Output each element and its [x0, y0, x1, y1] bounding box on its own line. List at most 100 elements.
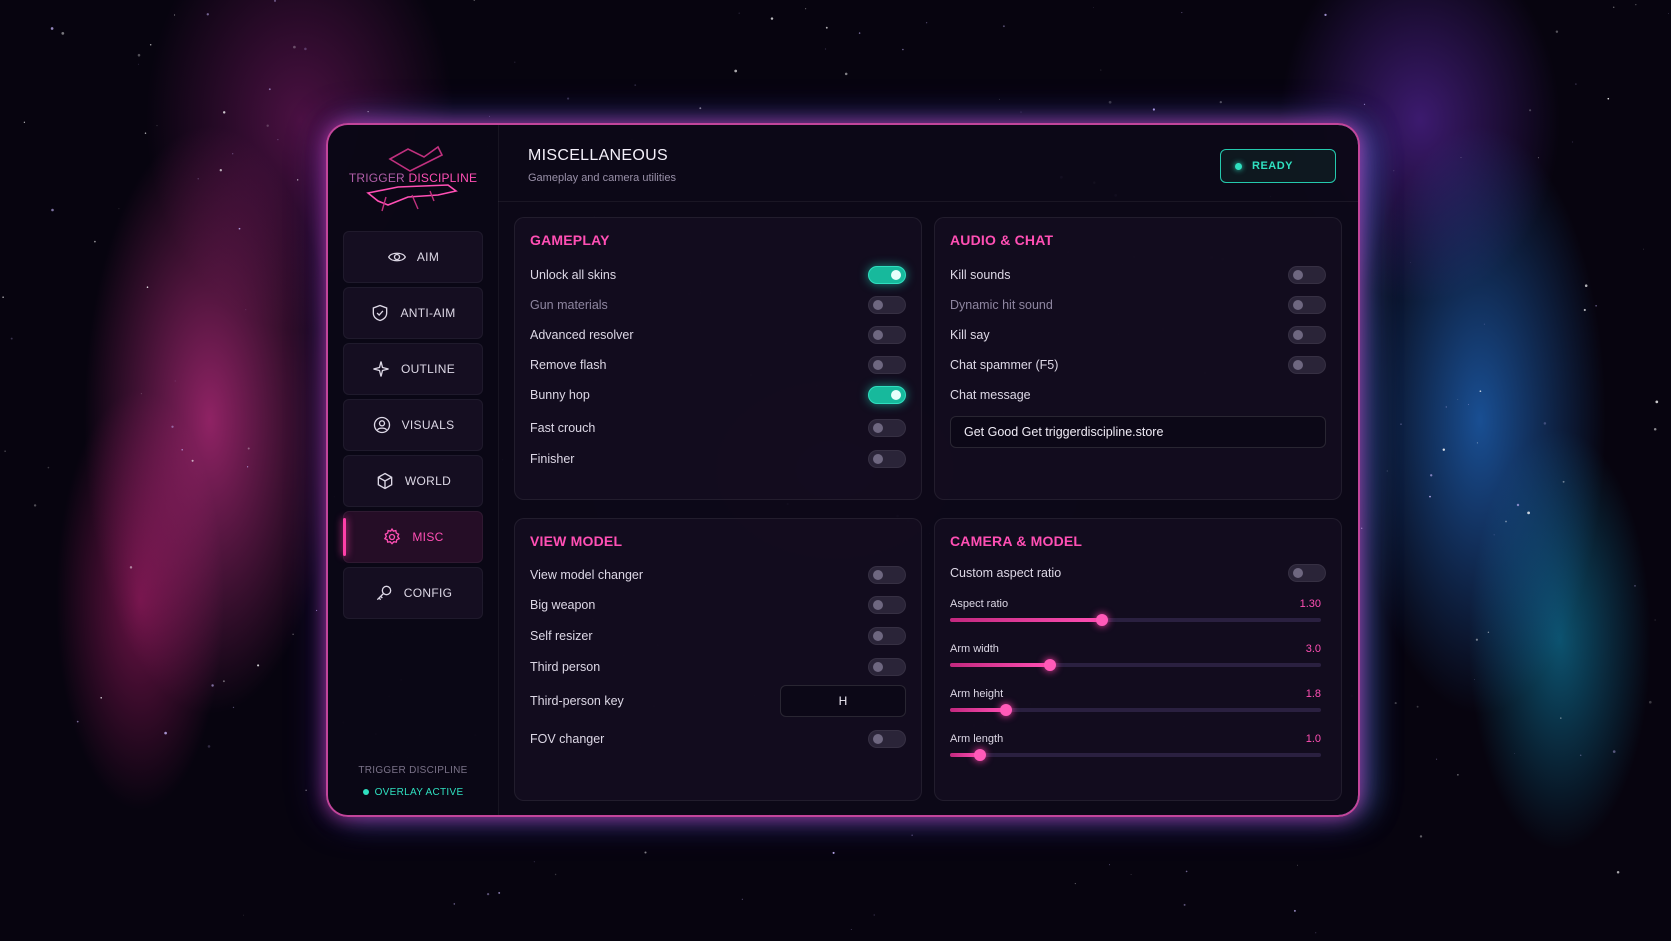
arm-length-slider[interactable]: Arm length 1.0 — [950, 733, 1321, 773]
sparkle-icon — [373, 361, 389, 377]
arm-width-slider[interactable]: Arm width 3.0 — [950, 643, 1321, 683]
star — [197, 178, 199, 180]
star — [47, 466, 50, 469]
gun-materials-toggle[interactable] — [868, 296, 906, 314]
view-model-changer-toggle[interactable] — [868, 566, 906, 584]
star — [1445, 406, 1448, 408]
slider-fill — [950, 708, 1006, 712]
slider-track[interactable] — [950, 704, 1321, 716]
setting-row: Gun materials — [530, 294, 906, 316]
star — [911, 834, 913, 836]
slider-track[interactable] — [950, 614, 1321, 626]
fov-changer-toggle[interactable] — [868, 730, 906, 748]
star — [222, 111, 226, 114]
star — [533, 861, 535, 863]
slider-label: Arm length — [950, 733, 1004, 745]
star — [1468, 404, 1469, 405]
star — [902, 48, 904, 51]
remove-flash-toggle[interactable] — [868, 356, 906, 374]
star — [1575, 83, 1577, 85]
star — [498, 891, 501, 894]
page-subtitle: Gameplay and camera utilities — [528, 172, 676, 184]
star — [268, 88, 271, 91]
chat-spammer-toggle[interactable] — [1288, 356, 1326, 374]
slider-knob[interactable] — [1096, 614, 1109, 626]
star — [1442, 448, 1446, 451]
setting-row: Kill sounds — [950, 264, 1326, 286]
eye-icon — [387, 252, 406, 262]
star — [634, 84, 637, 86]
setting-label: Gun materials — [530, 298, 608, 312]
star — [1020, 111, 1022, 113]
star — [805, 8, 807, 10]
custom-aspect-ratio-toggle[interactable] — [1288, 564, 1326, 582]
nav-item-aim[interactable]: AIM — [343, 231, 483, 283]
third-person-key-input[interactable]: H — [780, 685, 906, 717]
nav-item-config[interactable]: CONFIG — [343, 567, 483, 619]
third-person-toggle[interactable] — [868, 658, 906, 676]
setting-row: Third person — [530, 656, 906, 678]
slider-fill — [950, 618, 1103, 622]
star — [1475, 638, 1478, 641]
star — [1654, 619, 1656, 621]
star — [51, 208, 54, 212]
unlock-all-skins-toggle[interactable] — [868, 266, 906, 284]
shield-icon — [373, 304, 388, 322]
self-resizer-toggle[interactable] — [868, 627, 906, 645]
nav-label: OUTLINE — [400, 362, 456, 376]
star — [137, 53, 141, 57]
finisher-toggle[interactable] — [868, 450, 906, 468]
view-model-card: VIEW MODEL View model changer Big weapon… — [514, 518, 922, 801]
chat-message-input[interactable]: Get Good Get triggerdiscipline.store — [950, 416, 1326, 448]
star — [1487, 631, 1490, 633]
star — [1185, 870, 1188, 873]
nav-item-visuals[interactable]: VISUALS — [343, 399, 483, 451]
slider-knob[interactable] — [973, 749, 986, 761]
slider-track[interactable] — [950, 659, 1321, 671]
setting-label: Third person — [530, 660, 601, 674]
nav-label: CONFIG — [403, 586, 453, 600]
kill-sounds-toggle[interactable] — [1288, 266, 1326, 284]
ready-dot-icon — [1235, 162, 1242, 170]
star — [292, 633, 294, 635]
star — [1363, 103, 1366, 106]
nav-item-anti-aim[interactable]: ANTI-AIM — [343, 287, 483, 339]
star — [1653, 428, 1657, 431]
kill-say-toggle[interactable] — [1288, 326, 1326, 344]
aspect-ratio-slider[interactable]: Aspect ratio 1.30 — [950, 598, 1321, 638]
star — [138, 63, 139, 65]
nav-label: AIM — [416, 250, 440, 264]
nav-item-outline[interactable]: OUTLINE — [343, 343, 483, 395]
slider-knob[interactable] — [1044, 659, 1057, 671]
star — [238, 227, 241, 230]
star — [1419, 835, 1423, 838]
slider-knob[interactable] — [999, 704, 1012, 716]
star — [171, 425, 174, 428]
star — [453, 903, 456, 905]
star — [76, 720, 79, 723]
star — [94, 240, 96, 243]
advanced-resolver-toggle[interactable] — [868, 326, 906, 344]
fast-crouch-toggle[interactable] — [868, 419, 906, 437]
star — [4, 450, 6, 452]
big-weapon-toggle[interactable] — [868, 596, 906, 614]
star — [10, 337, 13, 340]
logo-word-discipline: DISCIPLINE — [408, 171, 478, 185]
star — [644, 851, 647, 854]
dynamic-hit-sound-toggle[interactable] — [1288, 296, 1326, 314]
star — [1297, 864, 1298, 866]
nav-item-misc[interactable]: MISC — [343, 511, 483, 563]
star — [243, 914, 244, 916]
star — [304, 47, 307, 51]
star — [1514, 753, 1515, 754]
star — [174, 14, 176, 16]
star — [1643, 248, 1645, 250]
bunny-hop-toggle[interactable] — [868, 386, 906, 404]
slider-track[interactable] — [950, 749, 1321, 761]
setting-label: Self resizer — [530, 629, 593, 643]
arm-height-slider[interactable]: Arm height 1.8 — [950, 688, 1321, 728]
star — [1612, 750, 1616, 753]
nav-item-world[interactable]: WORLD — [343, 455, 483, 507]
star — [1655, 400, 1659, 404]
star — [770, 17, 774, 20]
